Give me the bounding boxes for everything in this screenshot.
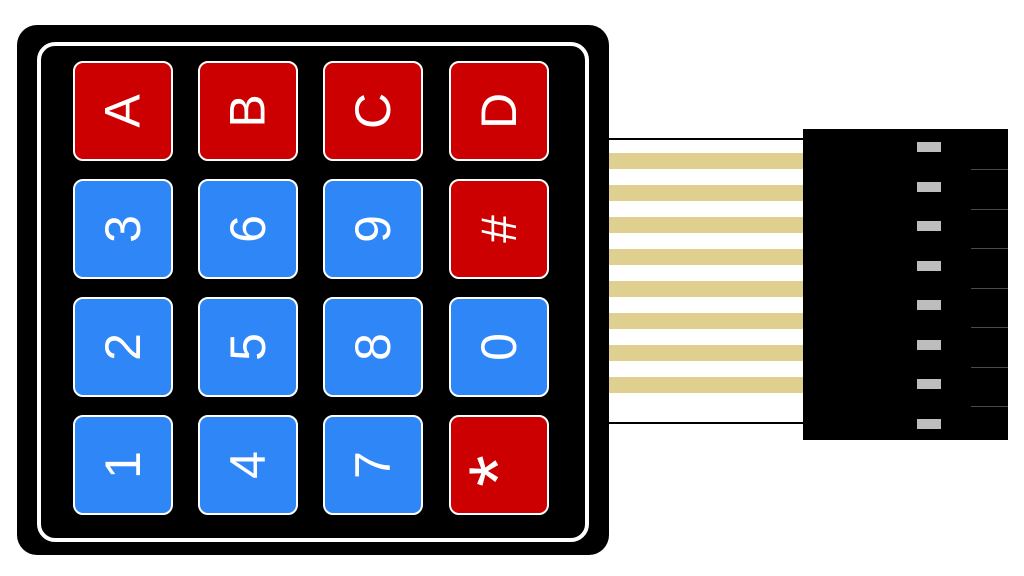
connector-pin (917, 339, 941, 350)
key-label: A (94, 94, 151, 128)
key-0[interactable]: 0 (449, 297, 549, 397)
key-label: 5 (220, 333, 276, 361)
ribbon-trace (609, 281, 803, 297)
connector-pin (917, 142, 941, 152)
key-label: 9 (345, 215, 401, 243)
ribbon-trace (609, 217, 803, 233)
ribbon-trace (609, 345, 803, 361)
connector-divider (971, 208, 1008, 210)
key-label: # (471, 215, 527, 243)
key-label: 7 (345, 451, 401, 479)
key-5[interactable]: 5 (198, 297, 298, 397)
key-label: 0 (471, 333, 527, 361)
key-7[interactable]: 7 (323, 415, 423, 515)
key-label: 3 (95, 215, 151, 243)
ribbon-trace (609, 313, 803, 329)
pin-connector (803, 129, 1008, 440)
key-label: C (344, 92, 401, 130)
connector-divider (971, 327, 1008, 328)
key-4[interactable]: 4 (198, 415, 298, 515)
ribbon-trace (609, 249, 803, 265)
connector-pin (917, 260, 941, 271)
ribbon-trace (609, 153, 803, 169)
connector-divider (971, 169, 1008, 170)
ribbon-trace (609, 377, 803, 393)
ribbon-cable (609, 138, 803, 424)
connector-pin (917, 181, 941, 192)
key-label: D (470, 92, 527, 130)
key-label: 8 (345, 333, 401, 361)
key-a[interactable]: A (73, 61, 173, 161)
keypad-membrane: A B C D 3 6 9 #2 5 8 0 1 4 7 * (17, 25, 609, 555)
connector-pin (917, 379, 941, 389)
key-label: 6 (220, 215, 276, 243)
connector-pin (917, 300, 941, 310)
key-9[interactable]: 9 (323, 179, 423, 279)
key-label: 1 (95, 451, 151, 479)
connector-pin (917, 418, 941, 429)
connector-divider (971, 287, 1008, 289)
key-c[interactable]: C (323, 61, 423, 161)
key-6[interactable]: 6 (198, 179, 298, 279)
key-d[interactable]: D (449, 61, 549, 161)
connector-divider (971, 248, 1008, 249)
key-label: 2 (95, 333, 151, 361)
key-label: * (452, 455, 544, 487)
connector-divider (971, 366, 1008, 368)
key-2[interactable]: 2 (73, 297, 173, 397)
connector-divider (971, 406, 1008, 407)
key-star[interactable]: * (449, 415, 549, 515)
ribbon-trace (609, 185, 803, 201)
key-8[interactable]: 8 (323, 297, 423, 397)
key-label: 4 (220, 451, 276, 479)
key-3[interactable]: 3 (73, 179, 173, 279)
key-label: B (219, 94, 276, 128)
key-hash[interactable]: # (449, 179, 549, 279)
key-b[interactable]: B (198, 61, 298, 161)
key-1[interactable]: 1 (73, 415, 173, 515)
connector-pin (917, 221, 941, 231)
